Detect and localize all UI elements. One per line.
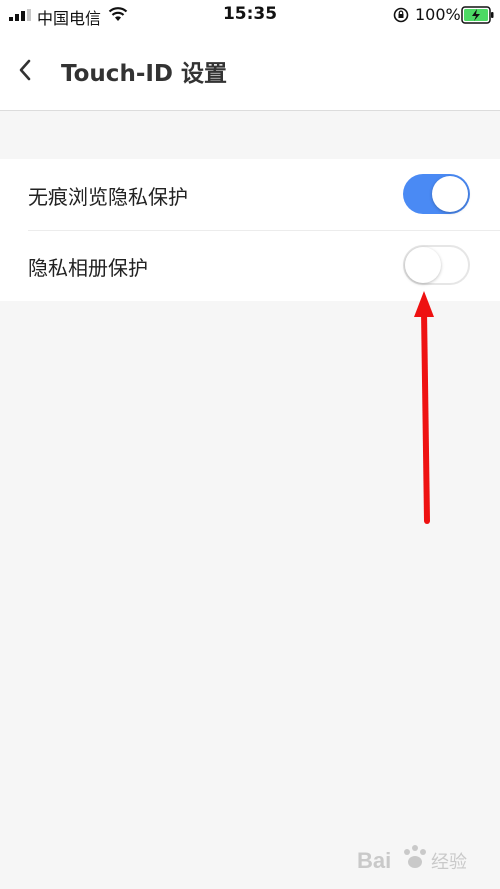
battery-charging-icon [461, 6, 494, 24]
svg-text:Bai: Bai [357, 848, 391, 873]
setting-row-incognito-protection: 无痕浏览隐私保护 [0, 159, 500, 231]
album-protection-toggle[interactable] [403, 245, 470, 285]
toggle-knob [405, 247, 441, 283]
settings-list: 无痕浏览隐私保护 隐私相册保护 [0, 159, 500, 301]
status-bar: 中国电信 15:35 100% [0, 0, 500, 30]
setting-label: 无痕浏览隐私保护 [28, 185, 188, 209]
nav-bar: Touch-ID 设置 [0, 30, 500, 111]
setting-label: 隐私相册保护 [28, 256, 148, 280]
page-title: Touch-ID 设置 [61, 61, 228, 87]
battery-percent: 100% [415, 5, 461, 24]
toggle-knob [432, 176, 468, 212]
incognito-protection-toggle[interactable] [403, 174, 470, 214]
rotation-lock-icon [393, 7, 409, 23]
svg-text:经验: 经验 [431, 852, 467, 873]
back-chevron-icon[interactable] [12, 55, 38, 85]
baidu-watermark-icon: Bai 经验 [357, 845, 467, 873]
annotation-arrow-icon [414, 291, 434, 524]
